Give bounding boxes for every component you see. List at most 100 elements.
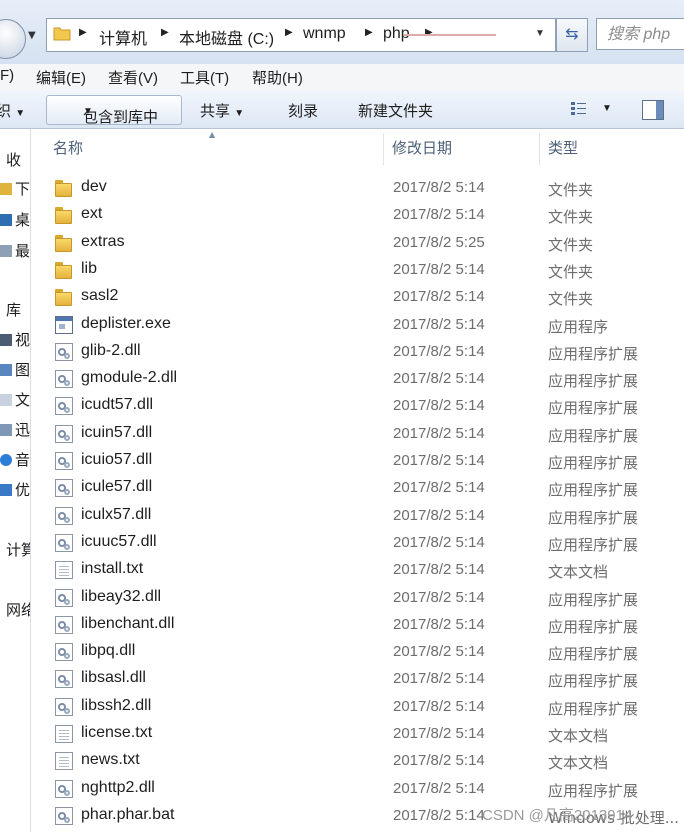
file-row[interactable]: glib-2.dll 2017/8/2 5:14 应用程序扩展 <box>31 338 684 365</box>
nav-network[interactable]: 网络 <box>6 599 30 620</box>
nav-thunder[interactable]: 迅 <box>0 419 30 440</box>
nav-libraries[interactable]: 库 <box>6 299 21 320</box>
nav-favorites[interactable]: 收 <box>6 149 21 170</box>
file-row[interactable]: icuin57.dll 2017/8/2 5:14 应用程序扩展 <box>31 420 684 447</box>
menu-view[interactable]: 查看(V) <box>108 67 158 88</box>
burn-button[interactable]: 刻录 <box>288 100 318 121</box>
file-row[interactable]: icule57.dll 2017/8/2 5:14 应用程序扩展 <box>31 474 684 501</box>
navigation-pane: 收 下 桌 最 库 视 图 文 迅 音 优 计算 网络 <box>0 129 31 832</box>
breadcrumb-separator-icon[interactable]: ▶ <box>285 27 293 38</box>
file-row[interactable]: deplister.exe 2017/8/2 5:14 应用程序 <box>31 311 684 338</box>
breadcrumb-local-disk[interactable]: 本地磁盘 (C:) <box>179 25 274 49</box>
back-button[interactable] <box>0 19 26 59</box>
file-row[interactable]: nghttp2.dll 2017/8/2 5:14 应用程序扩展 <box>31 775 684 802</box>
file-name[interactable]: glib-2.dll <box>81 342 141 360</box>
file-row[interactable]: libeay32.dll 2017/8/2 5:14 应用程序扩展 <box>31 584 684 611</box>
file-row[interactable]: sasl2 2017/8/2 5:14 文件夹 <box>31 283 684 310</box>
column-divider[interactable] <box>383 133 384 165</box>
breadcrumb-separator-icon[interactable]: ▶ <box>425 27 433 38</box>
file-name[interactable]: libsasl.dll <box>81 669 146 687</box>
file-name[interactable]: icuuc57.dll <box>81 533 157 551</box>
new-folder-button[interactable]: 新建文件夹 <box>358 100 433 121</box>
file-name[interactable]: sasl2 <box>81 287 118 305</box>
file-name[interactable]: license.txt <box>81 724 152 742</box>
share-button[interactable]: 共享 ▼ <box>200 100 244 121</box>
file-row[interactable]: ext 2017/8/2 5:14 文件夹 <box>31 201 684 228</box>
file-row[interactable]: license.txt 2017/8/2 5:14 文本文档 <box>31 720 684 747</box>
share-label: 共享 <box>200 103 231 120</box>
file-name[interactable]: iculx57.dll <box>81 506 151 524</box>
nav-downloads[interactable]: 下 <box>0 178 30 199</box>
file-name[interactable]: gmodule-2.dll <box>81 369 177 387</box>
file-name[interactable]: libssh2.dll <box>81 697 151 715</box>
column-divider[interactable] <box>539 133 540 165</box>
preview-pane-icon[interactable] <box>642 100 664 120</box>
file-name[interactable]: icuio57.dll <box>81 451 152 469</box>
column-modified[interactable]: 修改日期 <box>392 129 452 169</box>
column-type[interactable]: 类型 <box>548 129 578 169</box>
file-name[interactable]: install.txt <box>81 560 143 578</box>
breadcrumb-separator-icon[interactable]: ▶ <box>161 27 169 38</box>
file-name[interactable]: libenchant.dll <box>81 615 174 633</box>
include-in-library-button[interactable]: 包含到库中 ▼ <box>46 95 182 126</box>
file-row[interactable]: gmodule-2.dll 2017/8/2 5:14 应用程序扩展 <box>31 365 684 392</box>
file-row[interactable]: extras 2017/8/2 5:25 文件夹 <box>31 229 684 256</box>
file-row[interactable]: libpq.dll 2017/8/2 5:14 应用程序扩展 <box>31 638 684 665</box>
nav-documents[interactable]: 文 <box>0 389 30 410</box>
file-name[interactable]: nghttp2.dll <box>81 779 155 797</box>
breadcrumb-separator-icon[interactable]: ▶ <box>365 27 373 38</box>
column-name[interactable]: 名称 <box>53 129 83 169</box>
file-name[interactable]: icudt57.dll <box>81 396 153 414</box>
file-row[interactable]: install.txt 2017/8/2 5:14 文本文档 <box>31 556 684 583</box>
file-name[interactable]: libeay32.dll <box>81 588 161 606</box>
file-name[interactable]: extras <box>81 233 125 251</box>
file-name[interactable]: dev <box>81 178 107 196</box>
nav-videos[interactable]: 视 <box>0 329 30 350</box>
file-row[interactable]: icuuc57.dll 2017/8/2 5:14 应用程序扩展 <box>31 529 684 556</box>
dll-icon <box>55 479 73 498</box>
address-history-dropdown-icon[interactable]: ▼ <box>535 28 545 39</box>
file-row[interactable]: libenchant.dll 2017/8/2 5:14 应用程序扩展 <box>31 611 684 638</box>
nav-desktop[interactable]: 桌 <box>0 209 30 230</box>
refresh-button[interactable]: ⇆ <box>556 18 588 52</box>
nav-youku[interactable]: 优 <box>0 479 30 500</box>
file-row[interactable]: libsasl.dll 2017/8/2 5:14 应用程序扩展 <box>31 665 684 692</box>
file-row[interactable]: icudt57.dll 2017/8/2 5:14 应用程序扩展 <box>31 392 684 419</box>
bat-icon <box>55 806 73 825</box>
file-row[interactable]: icuio57.dll 2017/8/2 5:14 应用程序扩展 <box>31 447 684 474</box>
nav-computer[interactable]: 计算 <box>6 539 30 560</box>
file-name[interactable]: deplister.exe <box>81 315 171 333</box>
file-type: 应用程序扩展 <box>548 426 639 445</box>
recent-pages-dropdown-icon[interactable]: ▼ <box>28 30 36 41</box>
file-name[interactable]: icuin57.dll <box>81 424 152 442</box>
file-name[interactable]: phar.phar.bat <box>81 806 174 824</box>
file-name[interactable]: icule57.dll <box>81 478 152 496</box>
organize-button[interactable]: 织 ▼ <box>0 100 25 121</box>
file-row[interactable]: dev 2017/8/2 5:14 文件夹 <box>31 174 684 201</box>
breadcrumb-wnmp[interactable]: wnmp <box>303 25 346 43</box>
file-name[interactable]: ext <box>81 205 102 223</box>
file-name[interactable]: news.txt <box>81 751 140 769</box>
file-name[interactable]: libpq.dll <box>81 642 135 660</box>
nav-music[interactable]: 音 <box>0 449 30 470</box>
view-options-dropdown-icon[interactable]: ▼ <box>602 103 612 114</box>
text-file-icon <box>55 725 73 743</box>
file-row[interactable]: lib 2017/8/2 5:14 文件夹 <box>31 256 684 283</box>
change-view-icon[interactable] <box>570 100 588 116</box>
search-input[interactable]: 搜索 php <box>596 18 684 50</box>
menu-help[interactable]: 帮助(H) <box>252 67 303 88</box>
menu-tools[interactable]: 工具(T) <box>180 67 229 88</box>
file-row[interactable]: libssh2.dll 2017/8/2 5:14 应用程序扩展 <box>31 693 684 720</box>
file-row[interactable]: iculx57.dll 2017/8/2 5:14 应用程序扩展 <box>31 502 684 529</box>
breadcrumb-separator-icon[interactable]: ▶ <box>79 27 87 38</box>
text-file-icon <box>55 561 73 580</box>
file-modified-date: 2017/8/2 5:25 <box>393 233 485 251</box>
nav-pictures[interactable]: 图 <box>0 359 30 380</box>
breadcrumb-computer[interactable]: 计算机 <box>99 25 147 49</box>
menu-edit[interactable]: 编辑(E) <box>36 67 86 88</box>
file-row[interactable]: news.txt 2017/8/2 5:14 文本文档 <box>31 747 684 774</box>
file-modified-date: 2017/8/2 5:14 <box>393 533 485 551</box>
file-name[interactable]: lib <box>81 260 97 278</box>
nav-recent[interactable]: 最 <box>0 240 30 261</box>
menu-file[interactable]: F) <box>0 67 14 84</box>
